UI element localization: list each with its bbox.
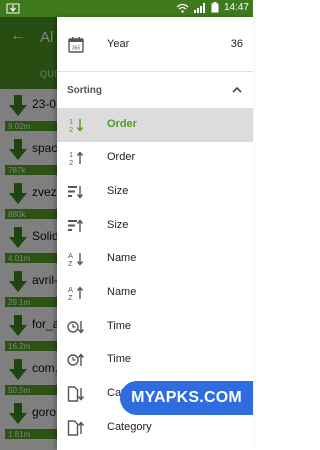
calendar-icon: 365 <box>68 37 84 53</box>
sort-item-label: Size <box>107 185 129 197</box>
divider <box>57 71 253 72</box>
sort-item-order-desc[interactable]: 1 2 Order <box>57 141 253 175</box>
sort-category-desc-icon <box>67 420 85 436</box>
svg-text:365: 365 <box>72 46 81 52</box>
svg-text:Z: Z <box>68 293 73 302</box>
year-value: 36 <box>230 38 243 50</box>
sorting-title: Sorting <box>67 85 102 96</box>
svg-text:Z: Z <box>68 259 73 268</box>
sort-item-label: Time <box>107 353 132 365</box>
sort-item-size-asc[interactable]: Size <box>57 175 253 209</box>
sort-item-label: Name <box>107 286 137 298</box>
status-bar: 14:47 <box>0 0 253 17</box>
sorting-section-header[interactable]: Sorting <box>57 77 253 103</box>
sort-alpha-desc-icon: A Z <box>68 285 84 302</box>
sort-time-asc-icon <box>67 321 85 334</box>
sort-item-label: Size <box>107 219 129 231</box>
sort-item-order-asc[interactable]: 1 2 Order <box>57 108 253 142</box>
wifi-icon <box>176 3 189 13</box>
sort-item-category-desc[interactable]: Category <box>57 411 253 445</box>
battery-icon <box>211 2 219 13</box>
sort-item-label: Order <box>107 151 136 163</box>
year-row[interactable]: 365 Year 36 <box>57 28 253 62</box>
sort-item-label: Order <box>107 118 137 130</box>
sort-category-asc-icon <box>67 386 85 402</box>
sort-size-asc-icon <box>68 186 84 199</box>
status-time: 14:47 <box>223 2 249 13</box>
chevron-up-icon[interactable] <box>231 84 243 96</box>
svg-text:2: 2 <box>69 125 73 134</box>
notification-download-icon <box>6 3 20 14</box>
sort-item-label: Time <box>107 320 132 332</box>
sort-item-label: Category <box>107 421 152 433</box>
sort-item-size-desc[interactable]: Size <box>57 209 253 243</box>
sort-item-label: Name <box>107 252 137 264</box>
svg-text:2: 2 <box>69 158 73 167</box>
sort-item-name-desc[interactable]: A Z Name <box>57 276 253 310</box>
sort-item-time-asc[interactable]: Time <box>57 310 253 344</box>
sort-size-desc-icon <box>68 219 84 232</box>
sort-numeric-desc-icon: 1 2 <box>69 150 84 167</box>
sort-numeric-asc-icon: 1 2 <box>69 117 84 134</box>
sort-item-name-asc[interactable]: A Z Name <box>57 242 253 276</box>
signal-icon <box>193 2 205 13</box>
sort-item-time-desc[interactable]: Time <box>57 343 253 377</box>
sort-alpha-asc-icon: A Z <box>68 251 84 268</box>
year-label: Year <box>107 38 130 50</box>
watermark-badge: MYAPKS.COM <box>120 381 253 415</box>
sort-time-desc-icon <box>67 353 85 366</box>
